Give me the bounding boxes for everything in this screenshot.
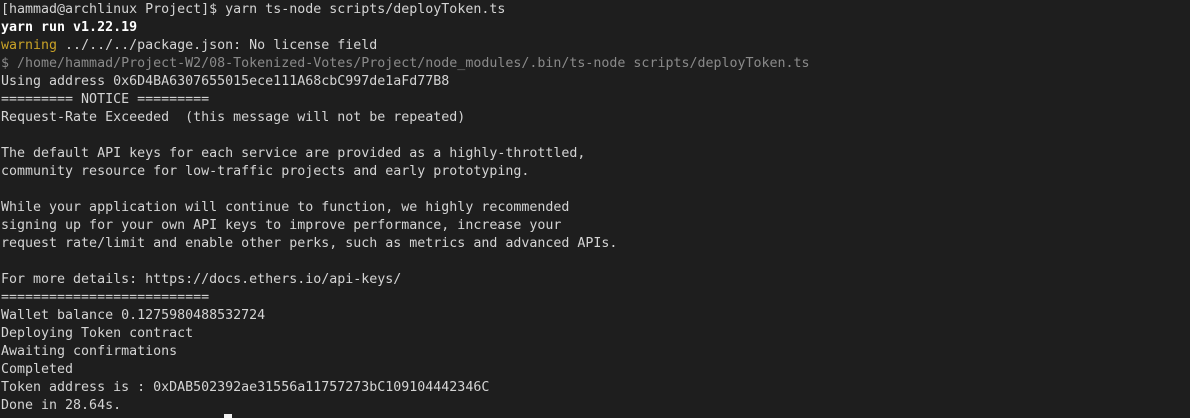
warning-text: ../../../package.json: No license field bbox=[57, 38, 378, 53]
exec-path-line: $ /home/hammad/Project-W2/08-Tokenized-V… bbox=[1, 56, 810, 71]
text-cursor bbox=[224, 414, 232, 418]
output-line: Wallet balance 0.1275980488532724 bbox=[1, 308, 266, 323]
output-line: Done in 28.64s. bbox=[1, 398, 122, 413]
output-line: Using address 0x6D4BA6307655015ece111A68… bbox=[1, 74, 450, 89]
output-line: Completed bbox=[1, 362, 74, 377]
warning-label: warning bbox=[1, 38, 58, 53]
shell-prompt: [hammad@archlinux Project]$ bbox=[1, 2, 226, 17]
typed-command: yarn ts-node scripts/deployToken.ts bbox=[225, 2, 506, 17]
output-line: The default API keys for each service ar… bbox=[1, 146, 586, 161]
output-line: request rate/limit and enable other perk… bbox=[1, 236, 618, 251]
output-line: Awaiting confirmations bbox=[1, 344, 178, 359]
output-line: community resource for low-traffic proje… bbox=[1, 164, 530, 179]
output-line: ========================== bbox=[1, 290, 210, 305]
output-line: For more details: https://docs.ethers.io… bbox=[1, 272, 402, 287]
output-line: signing up for your own API keys to impr… bbox=[1, 218, 562, 233]
output-line: ========= NOTICE ========= bbox=[1, 92, 210, 107]
output-line: Token address is : 0xDAB502392ae31556a11… bbox=[1, 380, 490, 395]
warning-line: warning ../../../package.json: No licens… bbox=[0, 37, 1190, 55]
terminal-window[interactable]: [hammad@archlinux Project]$ yarn ts-node… bbox=[0, 0, 1190, 418]
yarn-version-line: yarn run v1.22.19 bbox=[1, 20, 138, 35]
output-line: Deploying Token contract bbox=[1, 326, 194, 341]
output-line: Request-Rate Exceeded (this message will… bbox=[1, 110, 466, 125]
output-line: While your application will continue to … bbox=[1, 200, 570, 215]
command-line: [hammad@archlinux Project]$ yarn ts-node… bbox=[0, 1, 1190, 19]
